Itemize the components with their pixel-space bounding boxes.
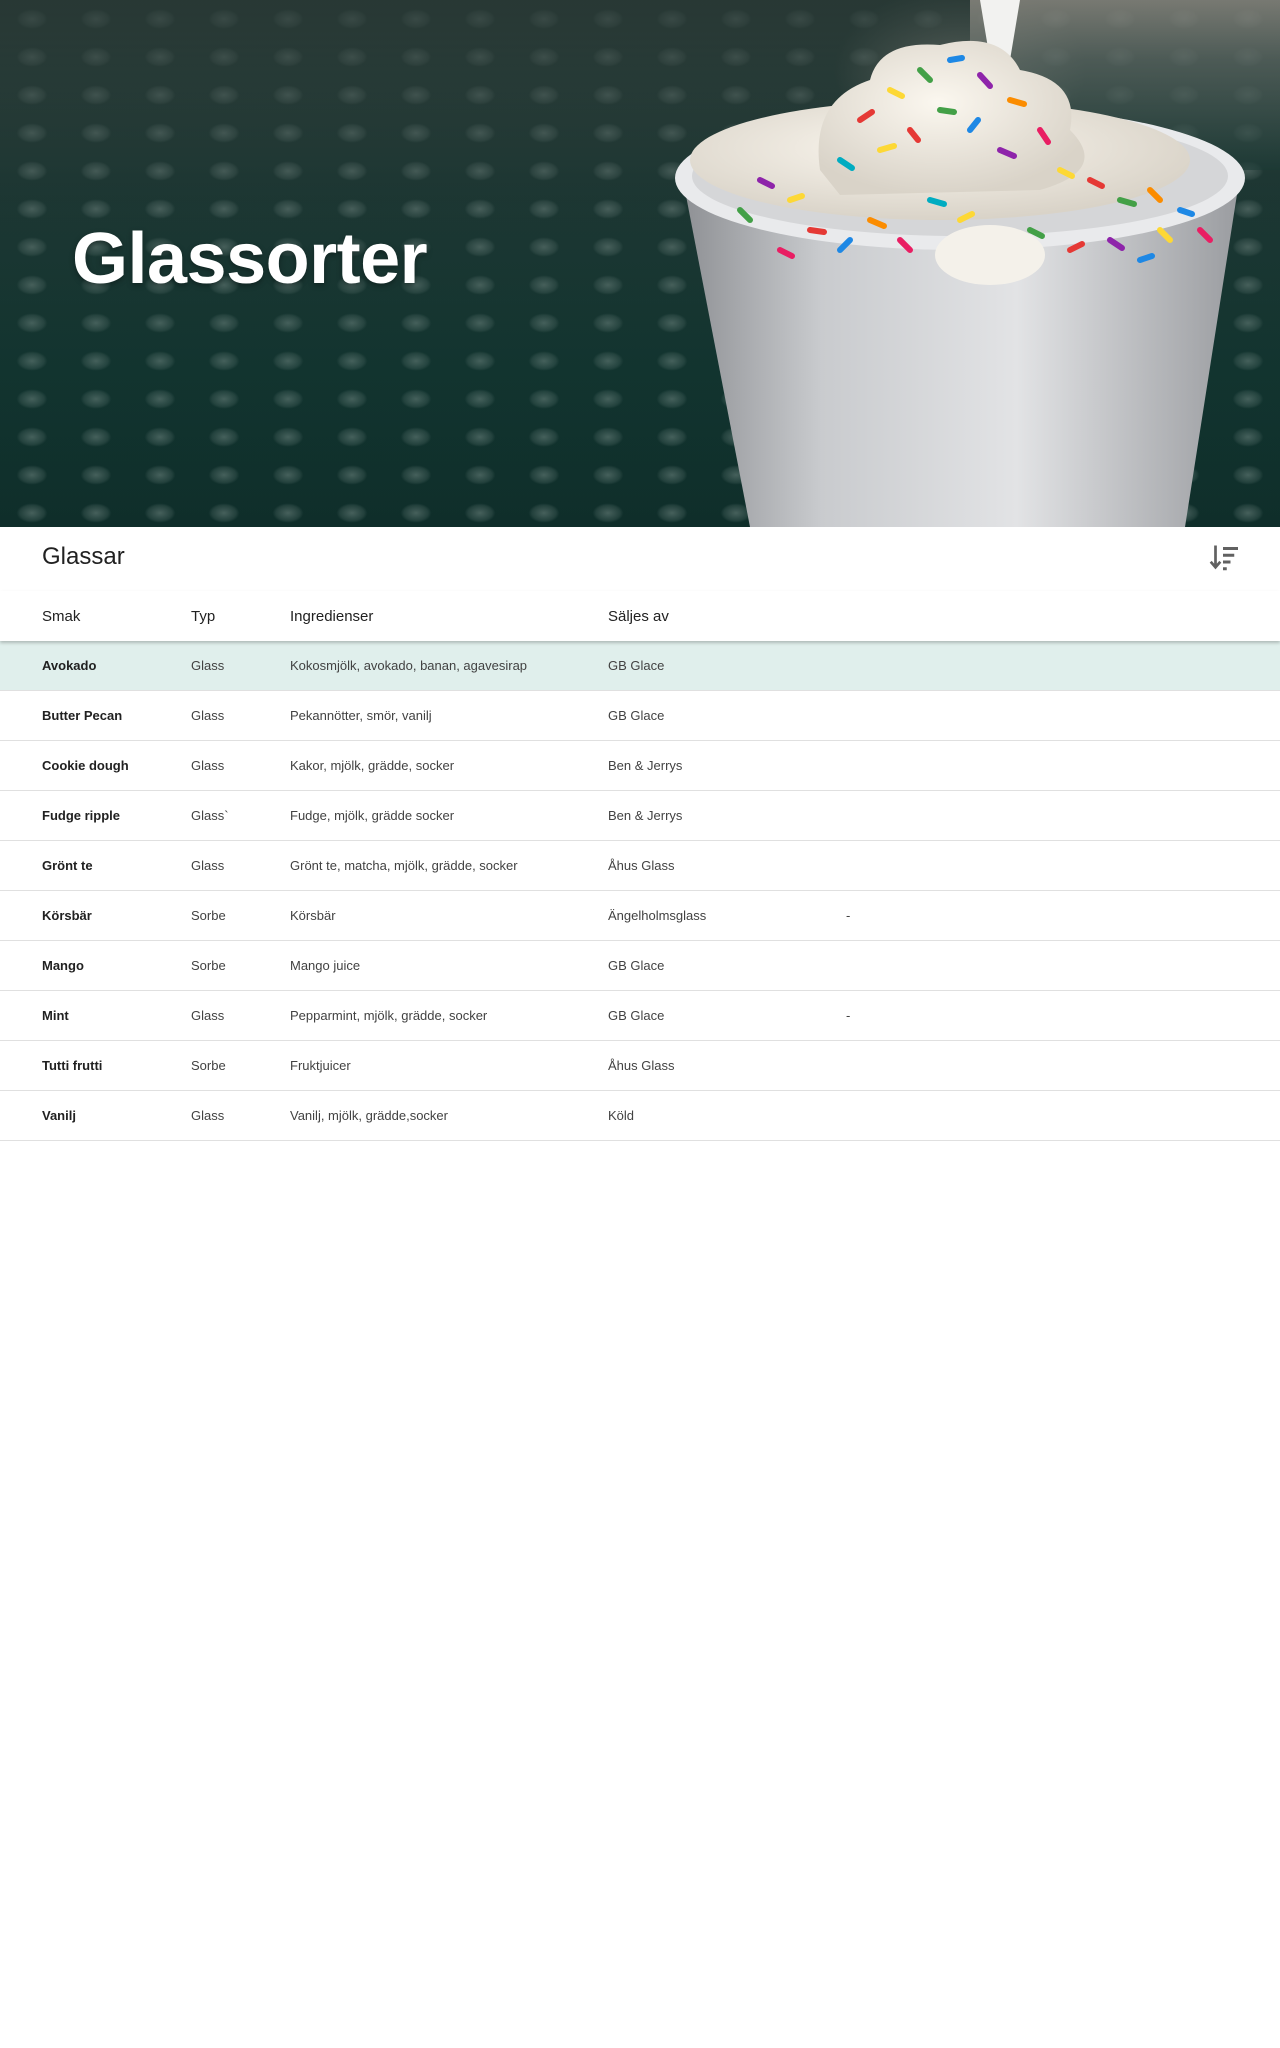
cell-type: Sorbe [191,940,290,991]
table-body: Avokado Glass Kokosmjölk, avokado, banan, … [0,641,1280,1141]
cell-extra: - [846,890,1280,941]
cell-type: Glass [191,1090,290,1141]
column-header-smak[interactable]: Smak [0,591,191,641]
table-row[interactable]: Mint Glass Pepparmint, mjölk, grädde, sock… [0,990,1280,1041]
table-row[interactable]: Avokado Glass Kokosmjölk, avokado, banan, … [0,641,1280,691]
cell-ingredients: Vanilj, mjölk, grädde,socker [290,1090,608,1141]
table-row[interactable]: Tutti frutti Sorbe Fruktjuicer Åhus Glass [0,1040,1280,1091]
ice-cream-cup-image [675,0,1280,527]
page-title: Glassorter [72,219,428,299]
cell-flavor: Avokado [0,641,191,691]
cell-flavor: Cookie dough [0,740,191,791]
hero-banner: Glassorter [0,0,1280,527]
card-header: Glassar [0,527,1280,591]
cell-flavor: Körsbär [0,890,191,941]
cell-type: Glass [191,740,290,791]
cell-ingredients: Fudge, mjölk, grädde socker [290,790,608,841]
cell-seller: Ben & Jerrys [608,740,846,791]
cell-seller: GB Glace [608,690,846,741]
cell-seller: Ängelholmsglass [608,890,846,941]
cell-type: Sorbe [191,1040,290,1091]
ice-cream-table: Smak Typ Ingredienser Säljes av Avokado G… [0,591,1280,1141]
column-header-extra [846,591,1280,641]
column-header-ingredienser[interactable]: Ingredienser [290,591,608,641]
cell-type: Glass [191,990,290,1041]
cell-seller: GB Glace [608,940,846,991]
cell-extra: - [846,990,1280,1041]
cell-ingredients: Pepparmint, mjölk, grädde, socker [290,990,608,1041]
table-row[interactable]: Butter Pecan Glass Pekannötter, smör, vani… [0,690,1280,741]
cell-ingredients: Pekannötter, smör, vanilj [290,690,608,741]
cell-flavor: Vanilj [0,1090,191,1141]
ice-cream-card: Glassar Smak Typ Ingredienser Säljes av … [0,527,1280,1141]
table-row[interactable]: Cookie dough Glass Kakor, mjölk, grädde, s… [0,740,1280,791]
cell-type: Glass [191,840,290,891]
cell-ingredients: Mango juice [290,940,608,991]
cell-extra [846,1090,1280,1141]
cell-seller: GB Glace [608,641,846,691]
cell-flavor: Fudge ripple [0,790,191,841]
cell-extra [846,940,1280,991]
cell-type: Glass` [191,790,290,841]
card-title: Glassar [42,543,125,570]
table-row[interactable]: Grönt te Glass Grönt te, matcha, mjölk, gr… [0,840,1280,891]
cell-type: Glass [191,690,290,741]
table-row[interactable]: Fudge ripple Glass` Fudge, mjölk, grädde s… [0,790,1280,841]
cell-seller: Köld [608,1090,846,1141]
cell-type: Glass [191,641,290,691]
cell-extra [846,641,1280,691]
cell-extra [846,740,1280,791]
cell-seller: Åhus Glass [608,1040,846,1091]
sort-descending-icon [1209,545,1238,571]
cell-extra [846,1040,1280,1091]
cell-ingredients: Kakor, mjölk, grädde, socker [290,740,608,791]
cell-flavor: Mango [0,940,191,991]
cell-flavor: Butter Pecan [0,690,191,741]
table-header: Smak Typ Ingredienser Säljes av [0,591,1280,641]
cell-flavor: Grönt te [0,840,191,891]
table-row[interactable]: Körsbär Sorbe Körsbär Ängelholmsglass - [0,890,1280,941]
cell-ingredients: Fruktjuicer [290,1040,608,1091]
column-header-typ[interactable]: Typ [191,591,290,641]
cell-extra [846,840,1280,891]
cell-ingredients: Grönt te, matcha, mjölk, grädde, socker [290,840,608,891]
cell-type: Sorbe [191,890,290,941]
cell-flavor: Mint [0,990,191,1041]
cell-ingredients: Körsbär [290,890,608,941]
table-row[interactable]: Vanilj Glass Vanilj, mjölk, grädde,socker K… [0,1090,1280,1141]
cell-seller: Ben & Jerrys [608,790,846,841]
sort-button[interactable] [1208,541,1244,577]
cell-seller: GB Glace [608,990,846,1041]
cell-ingredients: Kokosmjölk, avokado, banan, agavesirap [290,641,608,691]
table-row[interactable]: Mango Sorbe Mango juice GB Glace [0,940,1280,991]
cell-seller: Åhus Glass [608,840,846,891]
cell-flavor: Tutti frutti [0,1040,191,1091]
column-header-saljes-av[interactable]: Säljes av [608,591,846,641]
cell-extra [846,790,1280,841]
cell-extra [846,690,1280,741]
